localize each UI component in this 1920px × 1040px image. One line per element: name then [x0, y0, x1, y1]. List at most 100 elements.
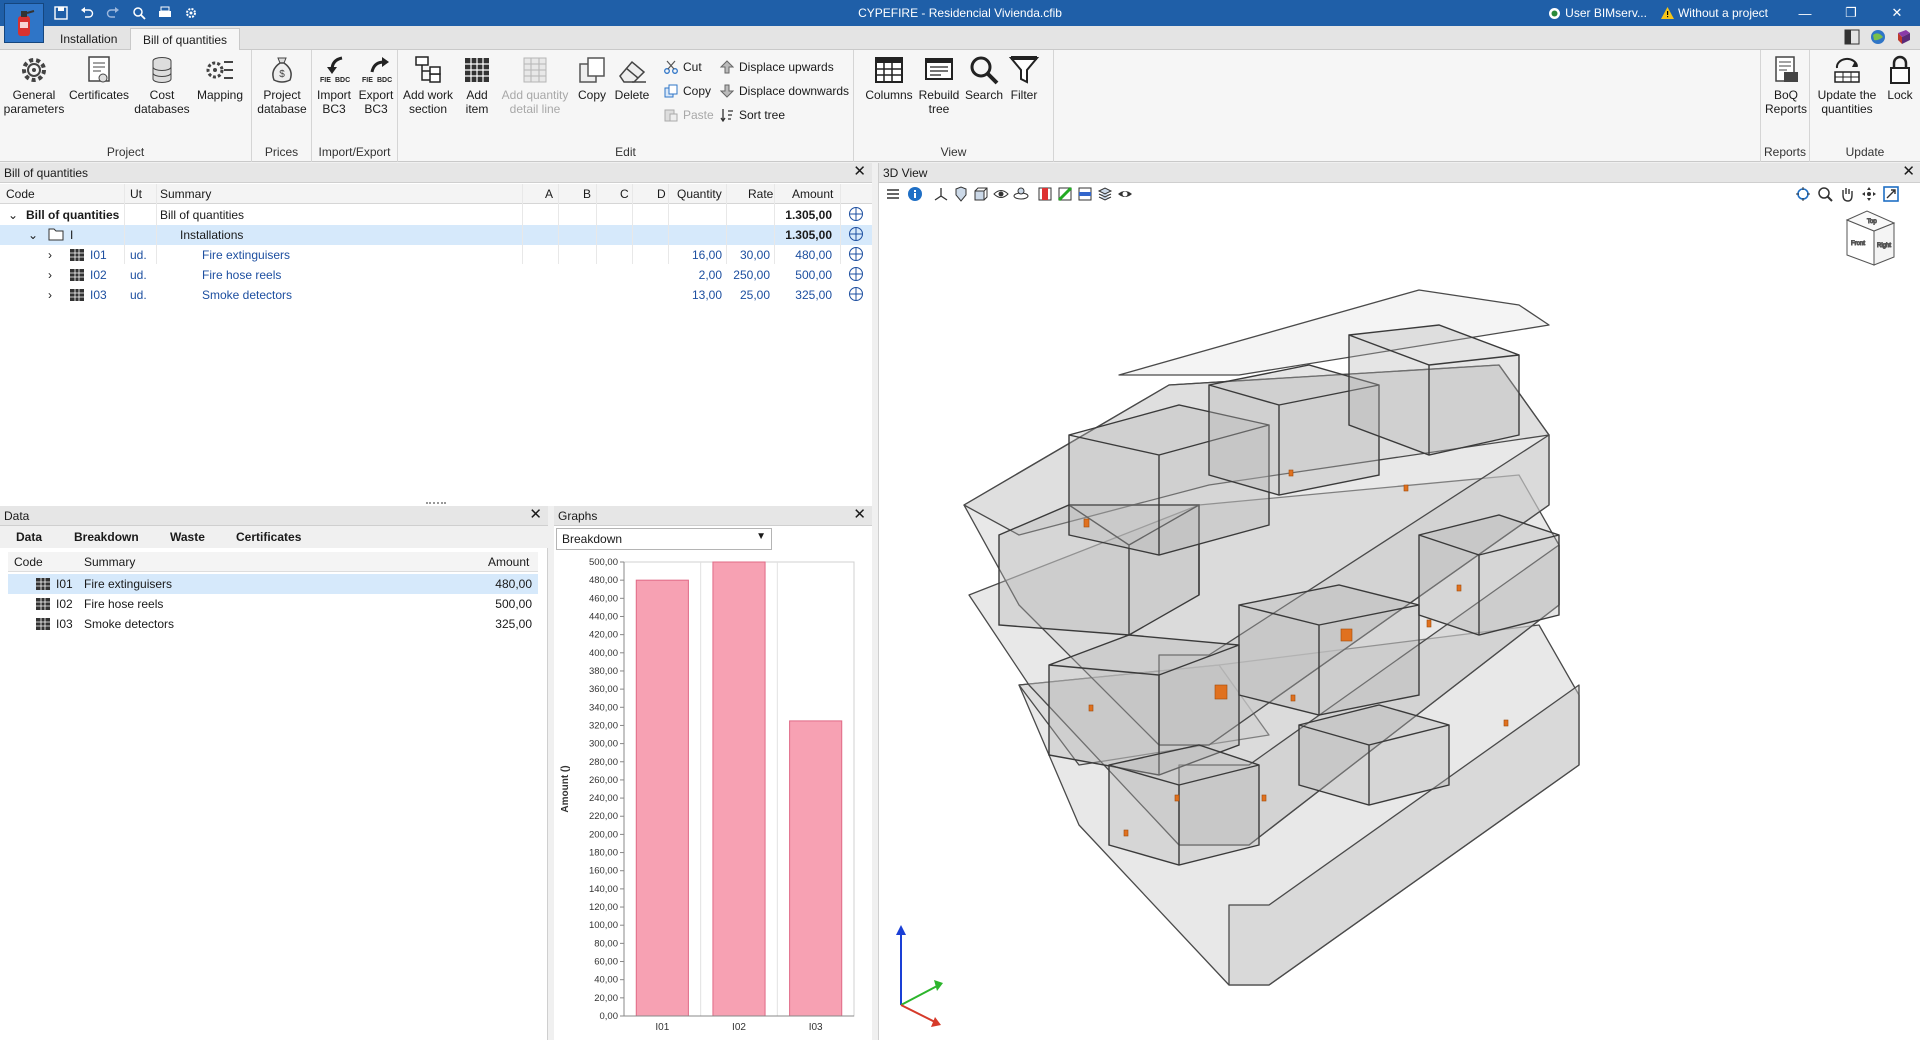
mapping-button[interactable]: Mapping: [192, 54, 248, 102]
col-quantity[interactable]: Quantity: [677, 187, 722, 201]
delete-button[interactable]: Delete: [612, 54, 652, 102]
axes-icon[interactable]: [933, 186, 951, 202]
crosshair-icon[interactable]: [848, 226, 864, 242]
col-code[interactable]: Code: [14, 555, 43, 569]
row-rate: 25,00: [739, 288, 770, 302]
rebuild-tree-button[interactable]: Rebuild tree: [914, 54, 964, 116]
paste-button[interactable]: Paste: [664, 108, 714, 122]
add-work-section-button[interactable]: Add work section: [400, 54, 456, 116]
expand-chevron-icon[interactable]: ›: [48, 288, 52, 302]
info-icon[interactable]: [907, 186, 925, 202]
boq-close-icon[interactable]: ✕: [853, 164, 866, 180]
col-d[interactable]: D: [657, 187, 666, 201]
col-summary[interactable]: Summary: [84, 555, 135, 569]
web-icon[interactable]: [1870, 29, 1886, 45]
tab-breakdown[interactable]: Breakdown: [74, 530, 139, 544]
copy-button[interactable]: Copy: [572, 54, 612, 102]
crosshair-icon[interactable]: [848, 266, 864, 282]
col-c[interactable]: C: [620, 187, 629, 201]
close-button[interactable]: ✕: [1874, 0, 1920, 26]
project-status[interactable]: Without a project: [1660, 6, 1768, 20]
import-bc3-button[interactable]: FIE BDC Import BC3: [314, 54, 354, 116]
col-code[interactable]: Code: [6, 187, 35, 201]
graphs-close-icon[interactable]: ✕: [853, 507, 866, 523]
section-red-icon[interactable]: [1037, 186, 1055, 202]
view3d-close-icon[interactable]: ✕: [1902, 164, 1915, 180]
graph-type-select[interactable]: Breakdown ▼: [556, 528, 772, 550]
export-bc3-button[interactable]: FIE BDC Export BC3: [356, 54, 396, 116]
section-green-icon[interactable]: [1057, 186, 1075, 202]
y-tick-label: 360,00: [589, 684, 618, 695]
boq-row-root[interactable]: ⌄ Bill of quantities Bill of quantities …: [0, 205, 872, 225]
shield-view-icon[interactable]: [953, 186, 971, 202]
col-ut[interactable]: Ut: [130, 187, 142, 201]
data-row[interactable]: I02 Fire hose reels 500,00: [8, 594, 538, 614]
building-3d-model[interactable]: Top Front Right: [879, 205, 1920, 1040]
ribbon-group-update: Update the quantities Lock Update: [1810, 50, 1920, 162]
copy-small-button[interactable]: Copy: [664, 84, 711, 98]
view-cube[interactable]: Top Front Right: [1845, 210, 1896, 266]
box-view-icon[interactable]: [973, 186, 991, 202]
tab-installation[interactable]: Installation: [48, 28, 129, 50]
displace-upwards-button[interactable]: Displace upwards: [720, 60, 834, 74]
boq-row-item-i02[interactable]: › I02 ud. Fire hose reels 2,00 250,00 50…: [0, 265, 872, 285]
tab-waste[interactable]: Waste: [170, 530, 205, 544]
update-quantities-button[interactable]: Update the quantities: [1812, 54, 1882, 116]
visibility-icon[interactable]: [1117, 186, 1135, 202]
app-logo-icon[interactable]: [4, 3, 44, 43]
general-parameters-button[interactable]: General parameters: [2, 54, 66, 116]
row-amount: 1.305,00: [785, 208, 832, 222]
minimize-button[interactable]: —: [1782, 0, 1828, 26]
data-close-icon[interactable]: ✕: [529, 507, 542, 523]
eye-icon[interactable]: [993, 186, 1011, 202]
expand-chevron-icon[interactable]: ›: [48, 268, 52, 282]
crosshair-icon[interactable]: [848, 246, 864, 262]
user-menu[interactable]: User BIMserv...: [1548, 6, 1647, 20]
orbit-icon[interactable]: [1013, 186, 1031, 202]
col-b[interactable]: B: [583, 187, 591, 201]
displace-downwards-button[interactable]: Displace downwards: [720, 84, 849, 98]
tab-certificates[interactable]: Certificates: [236, 530, 301, 544]
crosshair-icon[interactable]: [848, 206, 864, 222]
layout-icon[interactable]: [1844, 29, 1860, 45]
add-quantity-detail-line-button[interactable]: Add quantity detail line: [498, 54, 572, 116]
cost-databases-button[interactable]: Cost databases: [134, 54, 190, 116]
project-database-button[interactable]: $ Project database: [254, 54, 310, 116]
zoom-all-icon[interactable]: [1795, 186, 1813, 202]
zoom-window-icon[interactable]: [1817, 186, 1835, 202]
boq-reports-button[interactable]: BoQ Reports: [1763, 54, 1809, 116]
expand-chevron-icon[interactable]: ›: [48, 248, 52, 262]
columns-button[interactable]: Columns: [864, 54, 914, 102]
restore-button[interactable]: ❐: [1828, 0, 1874, 26]
boq-row-item-i03[interactable]: › I03 ud. Smoke detectors 13,00 25,00 32…: [0, 285, 872, 305]
lock-button[interactable]: Lock: [1882, 54, 1918, 102]
col-summary[interactable]: Summary: [160, 187, 211, 201]
col-rate[interactable]: Rate: [748, 187, 773, 201]
tab-bill-of-quantities[interactable]: Bill of quantities: [130, 28, 241, 50]
data-row[interactable]: I01 Fire extinguisers 480,00: [8, 574, 538, 594]
section-blue-icon[interactable]: [1077, 186, 1095, 202]
col-a[interactable]: A: [545, 187, 553, 201]
stack-icon[interactable]: [1097, 186, 1115, 202]
cut-button[interactable]: Cut: [664, 60, 702, 74]
data-row[interactable]: I03 Smoke detectors 325,00: [8, 614, 538, 634]
collapse-chevron-icon[interactable]: ⌄: [28, 228, 38, 242]
add-item-button[interactable]: Add item: [456, 54, 498, 116]
tab-data[interactable]: Data: [16, 530, 42, 544]
sort-tree-button[interactable]: Sort tree: [720, 108, 785, 122]
layers-icon[interactable]: [885, 186, 903, 202]
pan-hand-icon[interactable]: [1839, 186, 1857, 202]
help-icon[interactable]: [1896, 29, 1912, 45]
funnel-icon: [1008, 56, 1040, 84]
filter-button[interactable]: Filter: [1004, 54, 1044, 102]
fit-view-icon[interactable]: [1883, 186, 1901, 202]
boq-row-chapter[interactable]: ⌄ I Installations 1.305,00: [0, 225, 872, 245]
certificates-button[interactable]: Certificates: [66, 54, 132, 102]
rotate-icon[interactable]: [1861, 186, 1879, 202]
col-amount[interactable]: Amount: [488, 555, 529, 569]
collapse-chevron-icon[interactable]: ⌄: [8, 208, 18, 222]
col-amount[interactable]: Amount: [792, 187, 833, 201]
boq-row-item-i01[interactable]: › I01 ud. Fire extinguisers 16,00 30,00 …: [0, 245, 872, 265]
search-button[interactable]: Search: [964, 54, 1004, 102]
crosshair-icon[interactable]: [848, 286, 864, 302]
